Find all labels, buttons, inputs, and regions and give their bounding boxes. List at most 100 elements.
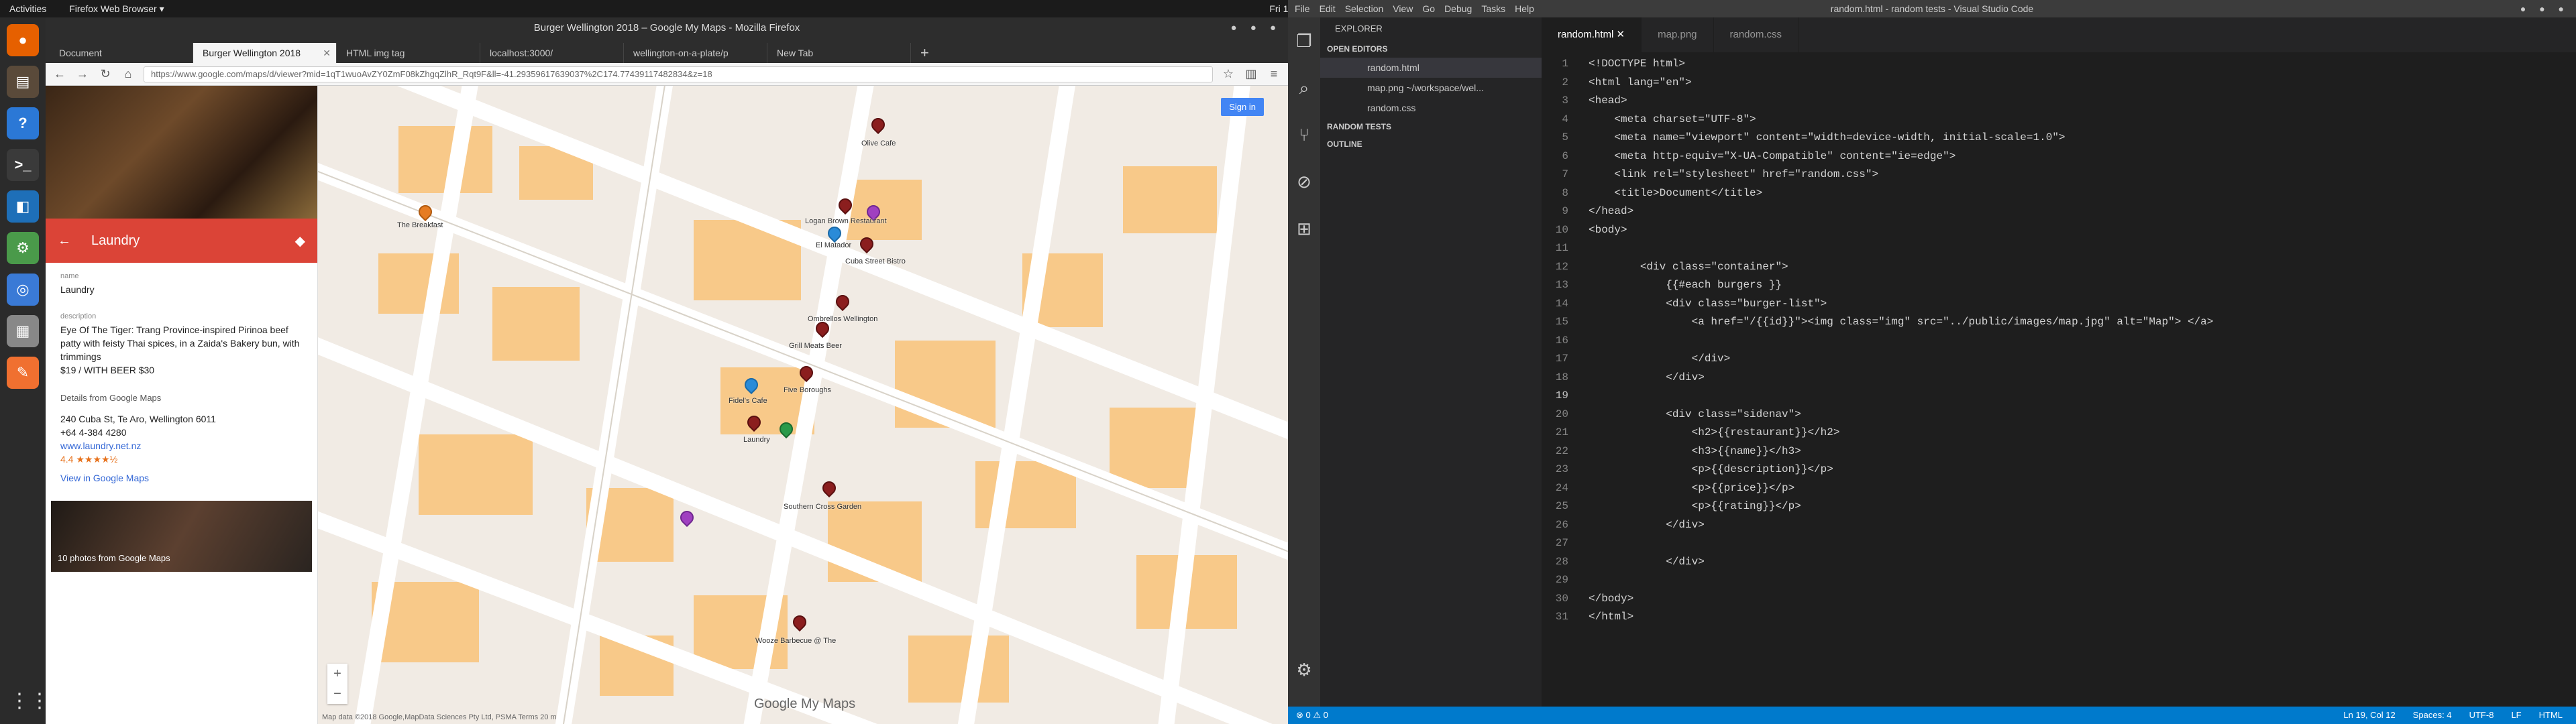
back-arrow-icon[interactable]: ← [58, 233, 71, 249]
code-line[interactable]: 8 <title>Document</title> [1542, 184, 2576, 203]
zoom-out-button[interactable]: − [327, 684, 347, 704]
menu-selection[interactable]: Selection [1345, 0, 1384, 17]
library-icon[interactable]: ▥ [1244, 67, 1258, 81]
new-tab-button[interactable]: + [911, 43, 938, 63]
photos-thumbnail[interactable]: 10 photos from Google Maps [51, 501, 312, 572]
chromium-icon[interactable]: ◎ [7, 274, 39, 306]
code-line[interactable]: 21 <h2>{{restaurant}}</h2> [1542, 424, 2576, 442]
source-control-icon[interactable]: ⑂ [1288, 111, 1320, 158]
zoom-in-button[interactable]: + [327, 664, 347, 684]
tab-document[interactable]: Document [50, 43, 193, 63]
code-line[interactable]: 2 <html lang="en"> [1542, 74, 2576, 93]
bookmark-icon[interactable]: ☆ [1221, 67, 1236, 81]
code-line[interactable]: 11 [1542, 239, 2576, 258]
search-icon[interactable]: ⌕ [1288, 64, 1320, 111]
menu-go[interactable]: Go [1422, 0, 1435, 17]
drive-icon[interactable]: ▦ [7, 315, 39, 347]
code-line[interactable]: 17 </div> [1542, 350, 2576, 369]
tab-burger-wellington[interactable]: Burger Wellington 2018 ✕ [193, 43, 337, 63]
view-in-google-maps-link[interactable]: View in Google Maps [60, 471, 303, 485]
map-canvas[interactable]: Sign in Olive Cafe The Breakfast Logan B… [318, 86, 1288, 724]
code-line[interactable]: 25 <p>{{rating}}</p> [1542, 497, 2576, 516]
menu-file[interactable]: File [1295, 0, 1310, 17]
outline-section[interactable]: OUTLINE [1320, 135, 1542, 153]
code-editor[interactable]: 1 <!DOCTYPE html> 2 <html lang="en"> 3 <head>… [1542, 55, 2576, 627]
settings-icon[interactable]: ⚙ [7, 232, 39, 264]
url-bar[interactable]: https://www.google.com/maps/d/viewer?mid… [144, 66, 1213, 82]
vscode-window-controls[interactable]: ● ● ● [2520, 0, 2569, 17]
code-line[interactable]: 19 [1542, 387, 2576, 406]
code-line[interactable]: 7 <link rel="stylesheet" href="random.cs… [1542, 166, 2576, 184]
terminal-icon[interactable]: >_ [7, 149, 39, 181]
help-icon[interactable]: ? [7, 107, 39, 139]
tab-wellington-on-a-plate[interactable]: wellington-on-a-plate/p [624, 43, 767, 63]
reload-icon[interactable]: ↻ [98, 67, 113, 81]
code-line[interactable]: 29 [1542, 571, 2576, 590]
code-line[interactable]: 18 </div> [1542, 369, 2576, 387]
code-line[interactable]: 27 [1542, 534, 2576, 553]
code-line[interactable]: 15 <a href="/{{id}}"><img class="img" sr… [1542, 313, 2576, 332]
show-apps-icon[interactable]: ⋮⋮ [9, 689, 50, 716]
directions-icon[interactable]: ◆ [295, 233, 305, 249]
code-line[interactable]: 30 </body> [1542, 590, 2576, 609]
postman-icon[interactable]: ✎ [7, 357, 39, 389]
code-line[interactable]: 10 <body> [1542, 221, 2576, 240]
code-line[interactable]: 28 </div> [1542, 553, 2576, 572]
editor-tab-map-png[interactable]: map.png [1642, 17, 1714, 52]
files-icon[interactable]: ▤ [7, 66, 39, 98]
explorer-icon[interactable]: ❐ [1288, 17, 1320, 64]
settings-gear-icon[interactable]: ⚙ [1288, 646, 1320, 693]
close-tab-icon[interactable]: ✕ [323, 43, 331, 63]
code-line[interactable]: 6 <meta http-equiv="X-UA-Compatible" con… [1542, 147, 2576, 166]
open-editors-section[interactable]: OPEN EDITORS [1320, 40, 1542, 58]
tab-html-img[interactable]: HTML img tag [337, 43, 480, 63]
code-line[interactable]: 1 <!DOCTYPE html> [1542, 55, 2576, 74]
indentation[interactable]: Spaces: 4 [2413, 707, 2452, 724]
activities-button[interactable]: Activities [9, 3, 46, 15]
editor-tab-random-html[interactable]: random.html ✕ [1542, 17, 1642, 52]
back-icon[interactable]: ← [52, 67, 67, 81]
end-of-line[interactable]: LF [2511, 707, 2521, 724]
menu-view[interactable]: View [1393, 0, 1413, 17]
code-line[interactable]: 12 <div class="container"> [1542, 258, 2576, 277]
firefox-icon[interactable]: ● [7, 24, 39, 56]
forward-icon[interactable]: → [75, 67, 90, 81]
code-line[interactable]: 14 <div class="burger-list"> [1542, 295, 2576, 314]
code-line[interactable]: 16 [1542, 332, 2576, 351]
cursor-position[interactable]: Ln 19, Col 12 [2343, 707, 2395, 724]
menu-icon[interactable]: ≡ [1267, 67, 1281, 81]
code-line[interactable]: 26 </div> [1542, 516, 2576, 535]
vscode-icon[interactable]: ◧ [7, 190, 39, 223]
code-line[interactable]: 20 <div class="sidenav"> [1542, 406, 2576, 424]
menu-debug[interactable]: Debug [1444, 0, 1472, 17]
code-line[interactable]: 24 <p>{{price}}</p> [1542, 479, 2576, 498]
file-item-random-html[interactable]: random.html [1320, 58, 1542, 78]
tab-localhost[interactable]: localhost:3000/ [480, 43, 624, 63]
menu-edit[interactable]: Edit [1320, 0, 1336, 17]
tab-new[interactable]: New Tab [767, 43, 911, 63]
code-line[interactable]: 4 <meta charset="UTF-8"> [1542, 111, 2576, 129]
home-icon[interactable]: ⌂ [121, 67, 136, 81]
editor-tab-random-css[interactable]: random.css [1714, 17, 1799, 52]
place-photo[interactable] [46, 86, 317, 219]
debug-icon[interactable]: ⊘ [1288, 158, 1320, 205]
file-item-random-css[interactable]: random.css [1320, 98, 1542, 118]
encoding[interactable]: UTF-8 [2469, 707, 2494, 724]
problems-indicator[interactable]: ⊗ 0 ⚠ 0 [1296, 707, 1328, 724]
extensions-icon[interactable]: ⊞ [1288, 205, 1320, 252]
zoom-controls[interactable]: + − [327, 664, 347, 704]
website-link[interactable]: www.laundry.net.nz [60, 439, 303, 452]
sign-in-button[interactable]: Sign in [1221, 98, 1264, 116]
code-line[interactable]: 23 <p>{{description}}</p> [1542, 461, 2576, 479]
menu-tasks[interactable]: Tasks [1481, 0, 1505, 17]
code-line[interactable]: 5 <meta name="viewport" content="width=d… [1542, 129, 2576, 147]
code-line[interactable]: 9 </head> [1542, 202, 2576, 221]
code-line[interactable]: 13 {{#each burgers }} [1542, 276, 2576, 295]
code-line[interactable]: 31 </html> [1542, 608, 2576, 627]
language-mode[interactable]: HTML [2539, 707, 2563, 724]
menu-help[interactable]: Help [1515, 0, 1534, 17]
app-menu[interactable]: Firefox Web Browser ▾ [69, 3, 164, 15]
code-line[interactable]: 3 <head> [1542, 92, 2576, 111]
close-icon[interactable]: ✕ [1617, 29, 1625, 40]
window-controls[interactable]: ● ● ● [1230, 17, 1281, 39]
